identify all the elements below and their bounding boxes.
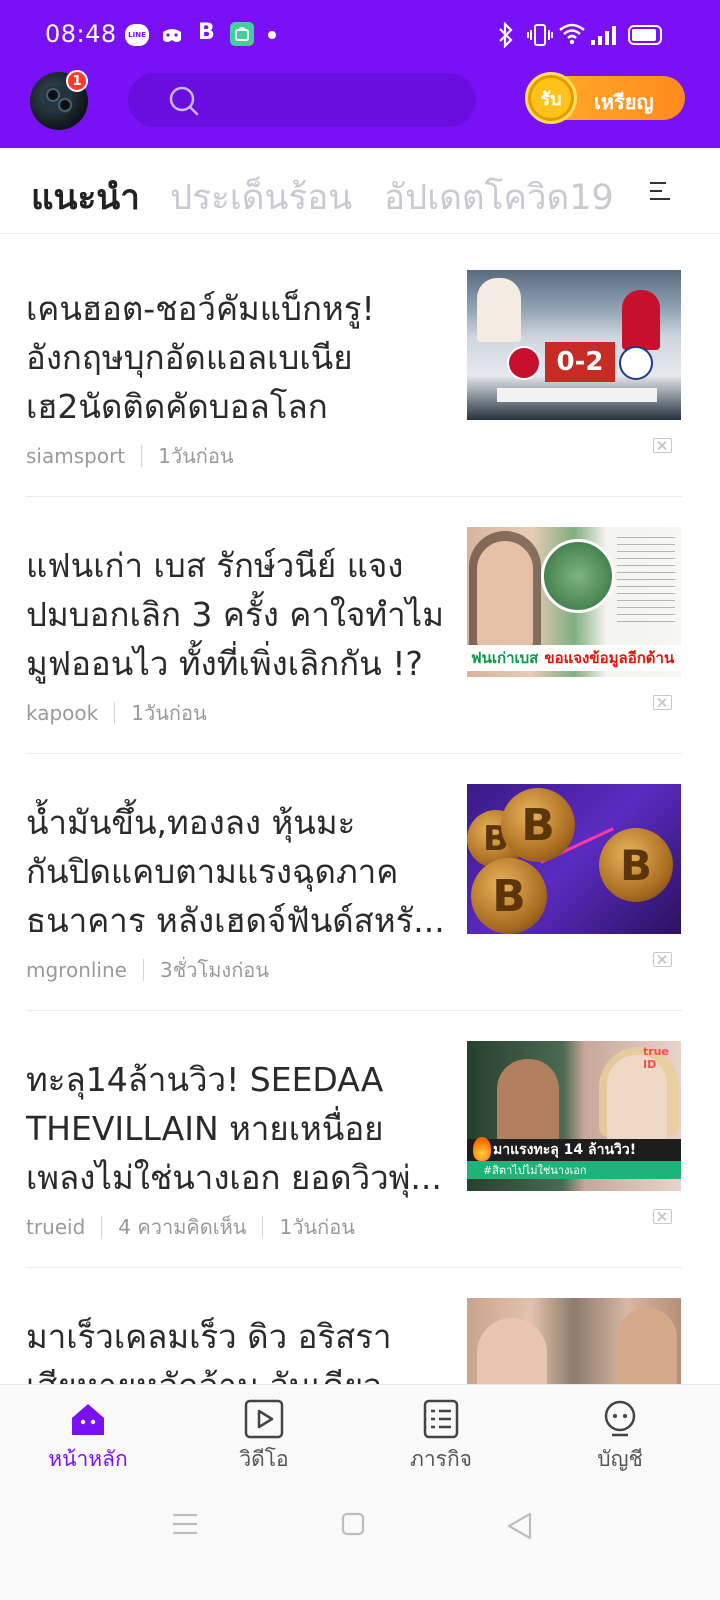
article-meta: mgronline 3ชั่วโมงก่อน <box>26 954 269 986</box>
home-icon <box>68 1399 108 1439</box>
nav-tasks-label: ภารกิจ <box>410 1447 472 1471</box>
trueid-logo: true ID <box>643 1045 669 1071</box>
bitcoin-icon: B <box>471 858 547 934</box>
article-time: 1วันก่อน <box>158 444 234 468</box>
article-title[interactable]: ทะลุ14ล้านวิว! SEEDAA THEVILLAIN หายเหนื… <box>26 1055 458 1202</box>
article-source: mgronline <box>26 958 127 982</box>
article-meta: siamsport 1วันก่อน <box>26 440 234 472</box>
game-app-icon <box>160 24 184 46</box>
article-source: siamsport <box>26 444 126 468</box>
thumbnail-caption: ฟนเก่าเบส ขอแจงข้อมูลอีกด้าน <box>467 645 681 671</box>
news-feed: เคนฮอต-ชอว์คัมแบ็กหรู! อังกฤษบุกอัดแอลเบ… <box>0 240 720 1384</box>
article-title[interactable]: มาเร็วเคลมเร็ว ดิว อริสรา เสียหายหลักล้า… <box>26 1312 458 1384</box>
nav-video[interactable]: วิดีโอ <box>204 1385 324 1483</box>
nav-video-label: วิดีโอ <box>239 1447 289 1471</box>
video-icon <box>244 1399 284 1439</box>
task-icon <box>421 1399 461 1439</box>
dismiss-article-icon[interactable] <box>653 1209 672 1224</box>
article-thumbnail[interactable] <box>467 1298 681 1384</box>
nav-home-label: หน้าหลัก <box>48 1447 128 1471</box>
thumbnail-caption: มาแรงทะลุ 14 ล้านวิว! <box>467 1139 681 1161</box>
article-thumbnail[interactable]: B B B B <box>467 784 681 934</box>
article-time: 3ชั่วโมงก่อน <box>159 958 269 982</box>
dismiss-article-icon[interactable] <box>653 695 672 710</box>
search-bar[interactable] <box>128 73 476 127</box>
tab-menu-icon[interactable] <box>650 182 672 206</box>
nav-account[interactable]: บัญชี <box>560 1385 680 1483</box>
search-icon <box>168 85 200 121</box>
england-crest-icon <box>619 346 653 380</box>
tab-hot-topics[interactable]: ประเด็นร้อน <box>170 170 352 225</box>
b-app-icon: B <box>198 20 215 45</box>
home-system-icon[interactable] <box>341 1512 365 1540</box>
article-time: 1วันก่อน <box>279 1215 355 1239</box>
signal-icon <box>590 24 616 46</box>
app-header: 08:48 LINE B 1 รับ เหรียญ <box>0 0 720 148</box>
category-tabs: แนะนำ ประเด็นร้อน อัปเดตโควิด19 <box>0 148 720 234</box>
nav-account-label: บัญชี <box>597 1447 643 1471</box>
albania-crest-icon <box>507 346 541 380</box>
article-title[interactable]: แฟนเก่า เบส รักษ์วนีย์ แจง ปมบอกเลิก 3 ค… <box>26 541 458 688</box>
notification-badge: 1 <box>66 70 88 92</box>
tab-recommended[interactable]: แนะนำ <box>31 170 140 225</box>
article-thumbnail[interactable]: 0-2 <box>467 270 681 420</box>
vibrate-icon <box>527 22 553 48</box>
fire-icon <box>473 1137 491 1161</box>
system-navigation-bar <box>0 1482 720 1600</box>
article-meta: trueid 4 ความคิดเห็น 1วันก่อน <box>26 1211 355 1243</box>
coin-icon[interactable]: รับ <box>525 72 577 124</box>
list-item[interactable]: มาเร็วเคลมเร็ว ดิว อริสรา เสียหายหลักล้า… <box>0 1268 720 1384</box>
bitcoin-icon: B <box>501 788 575 862</box>
bluetooth-icon <box>497 22 515 48</box>
notification-dot-icon <box>268 31 276 39</box>
article-title[interactable]: เคนฮอต-ชอว์คัมแบ็กหรู! อังกฤษบุกอัดแอลเบ… <box>26 284 458 431</box>
article-source: trueid <box>26 1215 86 1239</box>
tab-covid-update[interactable]: อัปเดตโควิด19 <box>384 170 614 225</box>
article-meta: kapook 1วันก่อน <box>26 697 207 729</box>
status-bar: 08:48 LINE B <box>0 0 720 70</box>
nav-home[interactable]: หน้าหลัก <box>28 1385 148 1483</box>
wifi-icon <box>558 22 586 46</box>
bottom-navigation: หน้าหลัก วิดีโอ ภารกิจ บัญชี <box>0 1384 720 1482</box>
article-title[interactable]: น้ำมันขึ้น,ทองลง หุ้นมะ กันปิดแคบตามแรงฉ… <box>26 798 458 945</box>
status-time: 08:48 <box>45 20 117 48</box>
thumbnail-score: 0-2 <box>545 342 615 382</box>
article-comments: 4 ความคิดเห็น <box>118 1215 247 1239</box>
list-item[interactable]: ทะลุ14ล้านวิว! SEEDAA THEVILLAIN หายเหนื… <box>0 1011 720 1268</box>
article-source: kapook <box>26 701 99 725</box>
article-time: 1วันก่อน <box>131 701 207 725</box>
get-coins-label[interactable]: เหรียญ <box>594 86 654 118</box>
list-item[interactable]: แฟนเก่า เบส รักษ์วนีย์ แจง ปมบอกเลิก 3 ค… <box>0 497 720 754</box>
recent-apps-icon[interactable] <box>172 1512 198 1540</box>
line-app-icon: LINE <box>125 24 149 46</box>
list-item[interactable]: เคนฮอต-ชอว์คัมแบ็กหรู! อังกฤษบุกอัดแอลเบ… <box>0 240 720 497</box>
nav-tasks[interactable]: ภารกิจ <box>381 1385 501 1483</box>
dismiss-article-icon[interactable] <box>653 438 672 453</box>
article-thumbnail[interactable]: true ID มาแรงทะลุ 14 ล้านวิว! #สิตาไปไม่… <box>467 1041 681 1191</box>
account-icon <box>600 1399 640 1439</box>
bitcoin-icon: B <box>599 828 673 902</box>
back-icon[interactable] <box>506 1512 532 1544</box>
article-thumbnail[interactable]: ฟนเก่าเบส ขอแจงข้อมูลอีกด้าน <box>467 527 681 677</box>
thumbnail-hashtag: #สิตาไปไม่ใช่นางเอก <box>467 1161 681 1179</box>
dismiss-article-icon[interactable] <box>653 952 672 967</box>
list-item[interactable]: น้ำมันขึ้น,ทองลง หุ้นมะ กันปิดแคบตามแรงฉ… <box>0 754 720 1011</box>
battery-icon <box>628 25 662 45</box>
store-app-icon <box>230 22 254 46</box>
